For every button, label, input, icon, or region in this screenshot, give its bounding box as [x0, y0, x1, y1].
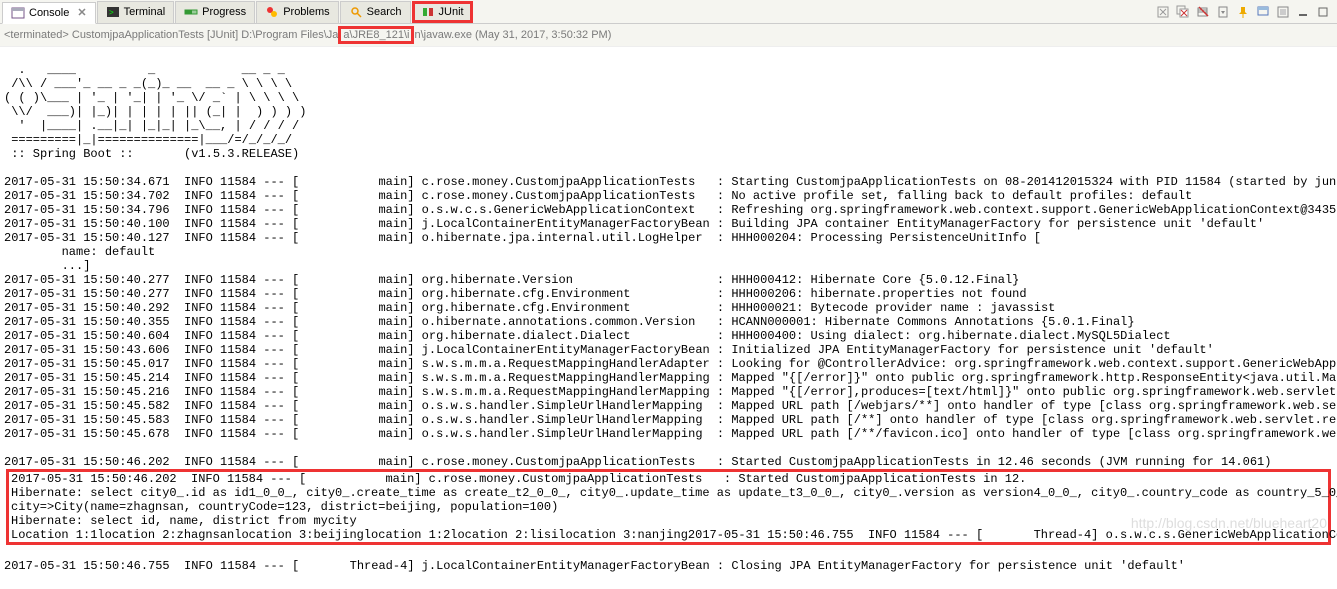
log-lines: 2017-05-31 15:50:34.671 INFO 11584 --- […: [4, 175, 1333, 441]
console-status: <terminated> CustomjpaApplicationTests […: [0, 24, 1337, 47]
status-text-prefix: <terminated> CustomjpaApplicationTests […: [4, 29, 338, 41]
log-line: Hibernate: select id, name, district fro…: [11, 514, 1326, 528]
log-line: 2017-05-31 15:50:40.604 INFO 11584 --- […: [4, 329, 1333, 343]
banner-line: =========|_|==============|___/=/_/_/_/: [4, 133, 1333, 147]
log-line: name: default: [4, 245, 1333, 259]
console-toolbar: [1155, 4, 1337, 20]
log-line: Location 1:1location 2:zhagnsanlocation …: [11, 528, 1326, 542]
tab-label: Problems: [283, 6, 329, 18]
log-line: 2017-05-31 15:50:45.214 INFO 11584 --- […: [4, 371, 1333, 385]
status-text-suffix: n\javaw.exe (May 31, 2017, 3:50:32 PM): [414, 29, 611, 41]
log-line: 2017-05-31 15:50:34.702 INFO 11584 --- […: [4, 189, 1333, 203]
remove-launch-icon[interactable]: [1155, 4, 1171, 20]
view-tabs-bar: Console ✕ > Terminal Progress Problems S…: [0, 0, 1337, 24]
log-line: 2017-05-31 15:50:45.017 INFO 11584 --- […: [4, 357, 1333, 371]
junit-icon: [421, 5, 435, 19]
log-line: 2017-05-31 15:50:40.355 INFO 11584 --- […: [4, 315, 1333, 329]
log-line: ...]: [4, 259, 1333, 273]
tab-label: Progress: [202, 6, 246, 18]
log-line: 2017-05-31 15:50:43.606 INFO 11584 --- […: [4, 343, 1333, 357]
open-console-icon[interactable]: [1275, 4, 1291, 20]
log-text: 46 seconds (JVM running for 14.061): [1019, 455, 1271, 469]
svg-text:>: >: [109, 8, 114, 17]
banner-line: ( ( )\___ | '_ | '_| | '_ \/ _` | \ \ \ …: [4, 91, 1333, 105]
log-line: 2017-05-31 15:50:40.100 INFO 11584 --- […: [4, 217, 1333, 231]
log-line: 2017-05-31 15:50:45.216 INFO 11584 --- […: [4, 385, 1333, 399]
pin-console-icon[interactable]: [1235, 4, 1251, 20]
tab-label: JUnit: [439, 6, 464, 18]
status-highlight: a\JRE8_121\i: [338, 26, 414, 44]
banner-line: . ____ _ __ _ _: [4, 63, 1333, 77]
problems-icon: [265, 5, 279, 19]
tab-terminal[interactable]: > Terminal: [97, 1, 175, 23]
tab-problems[interactable]: Problems: [256, 1, 338, 23]
remove-all-icon[interactable]: [1175, 4, 1191, 20]
log-line: 2017-05-31 15:50:45.582 INFO 11584 --- […: [4, 399, 1333, 413]
banner-line: \\/ ___)| |_)| | | | | || (_| | ) ) ) ): [4, 105, 1333, 119]
log-line: 2017-05-31 15:50:46.202 INFO 11584 --- […: [11, 472, 1326, 486]
tab-junit[interactable]: JUnit: [412, 1, 473, 23]
console-icon: [11, 6, 25, 20]
log-line: city=>City(name=zhagnsan, countryCode=12…: [11, 500, 1326, 514]
clear-console-icon[interactable]: [1195, 4, 1211, 20]
scroll-lock-icon[interactable]: [1215, 4, 1231, 20]
log-text: 2017-05-31 15:50:46.202 INFO 11584 --- […: [4, 455, 1019, 469]
close-icon[interactable]: ✕: [77, 6, 86, 19]
banner-line: :: Spring Boot :: (v1.5.3.RELEASE): [4, 147, 1333, 161]
search-icon: [349, 5, 363, 19]
tab-progress[interactable]: Progress: [175, 1, 255, 23]
log-line: 2017-05-31 15:50:40.277 INFO 11584 --- […: [4, 287, 1333, 301]
log-line: 2017-05-31 15:50:45.583 INFO 11584 --- […: [4, 413, 1333, 427]
tab-search[interactable]: Search: [340, 1, 411, 23]
console-output[interactable]: . ____ _ __ _ _ /\\ / ___'_ __ _ _(_)_ _…: [0, 47, 1337, 589]
log-line-overlap: 2017-05-31 15:50:46.202 INFO 11584 --- […: [4, 455, 1333, 469]
maximize-icon[interactable]: [1315, 4, 1331, 20]
tab-console[interactable]: Console ✕: [2, 2, 96, 24]
minimize-icon[interactable]: [1295, 4, 1311, 20]
banner-line: ' |____| .__|_| |_|_| |_\__, | / / / /: [4, 119, 1333, 133]
terminal-icon: >: [106, 5, 120, 19]
tab-label: Terminal: [124, 6, 166, 18]
banner-line: /\\ / ___'_ __ _ _(_)_ __ __ _ \ \ \ \: [4, 77, 1333, 91]
log-line: 2017-05-31 15:50:40.292 INFO 11584 --- […: [4, 301, 1333, 315]
log-line: 2017-05-31 15:50:40.127 INFO 11584 --- […: [4, 231, 1333, 245]
log-line: Hibernate: select city0_.id as id1_0_0_,…: [11, 486, 1326, 500]
display-selected-icon[interactable]: [1255, 4, 1271, 20]
log-line: 2017-05-31 15:50:34.796 INFO 11584 --- […: [4, 203, 1333, 217]
log-line: 2017-05-31 15:50:46.755 INFO 11584 --- […: [4, 559, 1333, 573]
highlighted-output: 2017-05-31 15:50:46.202 INFO 11584 --- […: [6, 469, 1331, 545]
progress-icon: [184, 5, 198, 19]
log-line: 2017-05-31 15:50:40.277 INFO 11584 --- […: [4, 273, 1333, 287]
spring-banner: . ____ _ __ _ _ /\\ / ___'_ __ _ _(_)_ _…: [4, 63, 1333, 161]
log-line: 2017-05-31 15:50:45.678 INFO 11584 --- […: [4, 427, 1333, 441]
tab-label: Search: [367, 6, 402, 18]
log-line: 2017-05-31 15:50:34.671 INFO 11584 --- […: [4, 175, 1333, 189]
tab-label: Console: [29, 7, 69, 19]
